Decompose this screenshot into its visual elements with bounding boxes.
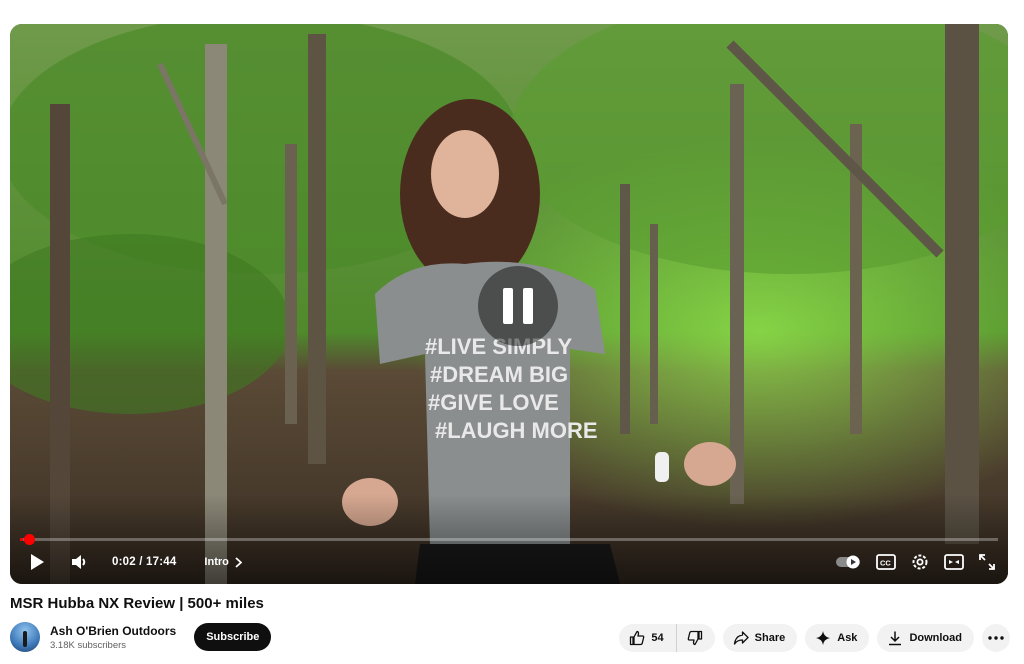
sparkle-icon (816, 631, 831, 645)
chapter-label: Intro (204, 556, 229, 568)
pause-icon-bar (523, 288, 533, 324)
fullscreen-button[interactable] (978, 544, 996, 580)
video-player[interactable]: #LIVE SIMPLY #DREAM BIG #GIVE LOVE #LAUG… (10, 24, 1008, 584)
time-display: 0:02 / 17:44 (112, 556, 177, 568)
mute-button[interactable] (62, 544, 98, 580)
channel-avatar[interactable] (10, 622, 40, 652)
channel-name[interactable]: Ash O'Brien Outdoors (50, 624, 176, 638)
ask-label: Ask (837, 632, 858, 644)
download-button[interactable]: Download (877, 624, 974, 652)
share-button[interactable]: Share (722, 624, 798, 652)
chapter-button[interactable]: Intro (204, 556, 242, 568)
share-label: Share (754, 632, 786, 644)
like-count: 54 (651, 632, 664, 644)
more-icon (988, 636, 1004, 640)
center-pause-button[interactable] (478, 266, 558, 346)
svg-text:#GIVE LOVE: #GIVE LOVE (428, 390, 559, 415)
download-label: Download (909, 632, 962, 644)
channel-info: Ash O'Brien Outdoors 3.18K subscribers (50, 624, 176, 651)
volume-icon (72, 555, 86, 569)
captions-button[interactable]: CC (876, 544, 896, 580)
video-title: MSR Hubba NX Review | 500+ miles (10, 595, 264, 612)
play-icon (31, 554, 44, 570)
miniplayer-button[interactable] (944, 544, 964, 580)
settings-button[interactable] (910, 544, 930, 580)
chevron-right-icon (235, 556, 242, 568)
thumbs-down-icon (687, 630, 702, 646)
pause-icon-bar (503, 288, 513, 324)
dislike-button[interactable] (677, 624, 715, 652)
download-icon (889, 631, 902, 646)
channel-row: Ash O'Brien Outdoors 3.18K subscribers S… (10, 622, 272, 652)
svg-text:CC: CC (880, 559, 891, 568)
fullscreen-icon (979, 554, 995, 570)
play-button[interactable] (22, 544, 52, 580)
settings-gear-icon (912, 554, 928, 570)
right-controls: CC (836, 544, 996, 580)
svg-text:#LAUGH MORE: #LAUGH MORE (435, 418, 598, 443)
thumbs-up-icon (630, 630, 645, 646)
more-actions-button[interactable] (982, 624, 1010, 652)
subscribe-button[interactable]: Subscribe (194, 623, 272, 651)
miniplayer-icon (944, 554, 964, 570)
like-dislike-group: 54 (619, 624, 715, 652)
video-actions: 54 Share Ask Download (619, 624, 1010, 652)
svg-text:#DREAM BIG: #DREAM BIG (430, 362, 568, 387)
player-controls: 0:02 / 17:44 Intro CC (10, 540, 1008, 584)
subscriber-count: 3.18K subscribers (50, 639, 127, 651)
captions-icon: CC (876, 554, 896, 570)
autoplay-toggle[interactable] (836, 544, 862, 580)
ask-button[interactable]: Ask (805, 624, 870, 652)
autoplay-toggle-icon (836, 555, 860, 569)
like-button[interactable]: 54 (619, 624, 677, 652)
share-icon (733, 631, 749, 645)
